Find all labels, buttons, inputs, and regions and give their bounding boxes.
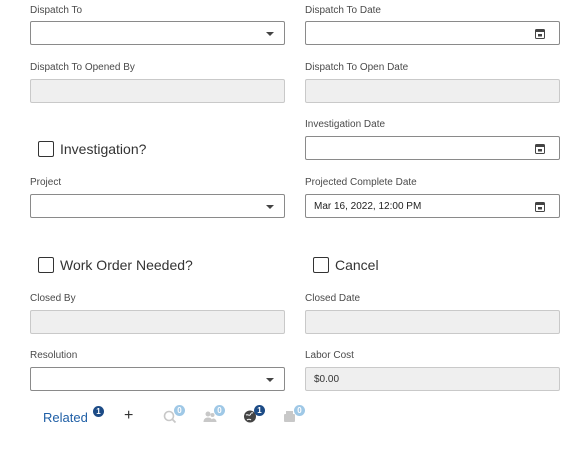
investigation-date-input[interactable]: [305, 136, 560, 160]
calendar-icon[interactable]: [535, 28, 545, 39]
search-related-count-badge: 0: [174, 405, 185, 416]
chevron-down-icon: [266, 378, 274, 382]
projected-complete-date-value: Mar 16, 2022, 12:00 PM: [314, 201, 422, 212]
chevron-down-icon: [266, 32, 274, 36]
add-icon[interactable]: +: [124, 407, 133, 425]
work-order-needed-checkbox[interactable]: [38, 257, 54, 273]
investigation-label: Investigation?: [60, 141, 147, 157]
cancel-checkbox-group[interactable]: Cancel: [313, 257, 379, 273]
resolution-label: Resolution: [30, 350, 78, 361]
investigation-checkbox[interactable]: [38, 141, 54, 157]
closed-by-field: [30, 310, 285, 334]
labor-cost-field: $0.00: [305, 367, 560, 391]
closed-date-field: [305, 310, 560, 334]
cancel-checkbox[interactable]: [313, 257, 329, 273]
people-count-badge: 0: [214, 405, 225, 416]
dispatch-to-date-label: Dispatch To Date: [305, 5, 381, 16]
labor-cost-label: Labor Cost: [305, 350, 354, 361]
cancel-label: Cancel: [335, 257, 379, 273]
chevron-down-icon: [266, 205, 274, 209]
labor-cost-value: $0.00: [314, 374, 340, 385]
closed-date-label: Closed Date: [305, 293, 361, 304]
projected-complete-date-input[interactable]: Mar 16, 2022, 12:00 PM: [305, 194, 560, 218]
projected-complete-date-label: Projected Complete Date: [305, 177, 417, 188]
globe-count-badge: 1: [254, 405, 265, 416]
dispatch-to-open-date-field: [305, 79, 560, 103]
box-count-badge: 0: [294, 405, 305, 416]
project-select[interactable]: [30, 194, 285, 218]
investigation-date-label: Investigation Date: [305, 119, 386, 130]
closed-by-label: Closed By: [30, 293, 76, 304]
dispatch-to-open-date-label: Dispatch To Open Date: [305, 62, 409, 73]
related-label: Related: [43, 410, 88, 425]
dispatch-to-date-input[interactable]: [305, 21, 560, 45]
dispatch-to-select[interactable]: [30, 21, 285, 45]
dispatch-to-opened-by-label: Dispatch To Opened By: [30, 62, 135, 73]
work-order-needed-checkbox-group[interactable]: Work Order Needed?: [38, 257, 193, 273]
resolution-select[interactable]: [30, 367, 285, 391]
related-count-badge: 1: [93, 406, 104, 417]
dispatch-to-label: Dispatch To: [30, 5, 83, 16]
calendar-icon[interactable]: [535, 201, 545, 212]
work-order-needed-label: Work Order Needed?: [60, 257, 193, 273]
project-label: Project: [30, 177, 62, 188]
calendar-icon[interactable]: [535, 143, 545, 154]
dispatch-to-opened-by-field: [30, 79, 285, 103]
investigation-checkbox-group[interactable]: Investigation?: [38, 141, 146, 157]
related-tab[interactable]: Related: [43, 410, 88, 425]
